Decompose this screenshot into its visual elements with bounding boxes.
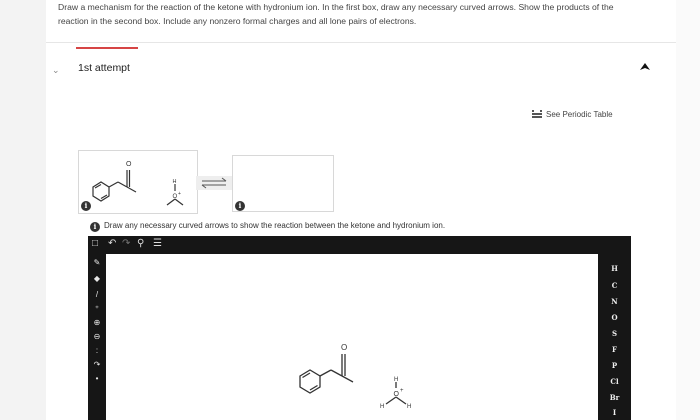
- template-icon[interactable]: ☰: [153, 238, 162, 249]
- element-c[interactable]: C: [598, 281, 631, 290]
- radical-icon[interactable]: •: [88, 374, 106, 383]
- equilibrium-arrows-icon: [196, 176, 232, 190]
- see-periodic-table-link[interactable]: See Periodic Table: [532, 110, 613, 119]
- ketone-oxygen-label: O: [126, 161, 132, 168]
- info-badge-icon[interactable]: i: [235, 201, 245, 211]
- hydronium-charge: +: [178, 191, 181, 197]
- element-o[interactable]: O: [598, 313, 631, 322]
- pencil-icon[interactable]: ✎: [88, 258, 106, 267]
- attempt-indicator-bar: [76, 47, 138, 49]
- canvas-hydronium-charge: +: [400, 388, 404, 394]
- periodic-table-label: See Periodic Table: [546, 110, 613, 119]
- left-margin: [0, 0, 46, 420]
- select-square-icon[interactable]: □: [92, 238, 98, 249]
- curved-arrow-icon[interactable]: ↷: [88, 360, 106, 369]
- hydronium-h-top: H: [173, 179, 177, 185]
- hint-info-icon: i: [90, 222, 100, 232]
- info-badge-icon[interactable]: i: [81, 201, 91, 211]
- hydronium-oxygen-label: O: [173, 194, 178, 200]
- canvas-hydronium-h-right: H: [407, 404, 411, 410]
- element-s[interactable]: S: [598, 329, 631, 338]
- products-box[interactable]: [232, 155, 334, 212]
- element-h[interactable]: H: [598, 264, 631, 273]
- bond-icon[interactable]: /: [88, 290, 106, 299]
- question-text: Draw a mechanism for the reaction of the…: [58, 0, 638, 28]
- element-f[interactable]: F: [598, 345, 631, 354]
- charge-icon[interactable]: ⁺: [88, 304, 106, 313]
- undo-icon[interactable]: ↶: [108, 238, 116, 249]
- hint-text: Draw any necessary curved arrows to show…: [104, 221, 446, 230]
- canvas-hydronium-h-top: H: [394, 377, 398, 383]
- periodic-table-icon: [532, 110, 542, 118]
- reactants-structure: O H O +: [92, 161, 184, 206]
- element-i[interactable]: I: [598, 408, 631, 417]
- attempt-label[interactable]: 1st attempt: [78, 62, 130, 74]
- positive-charge-icon[interactable]: ⊕: [88, 318, 106, 327]
- canvas-ketone-oxygen: O: [341, 343, 347, 352]
- reactants-box[interactable]: O H O + i: [78, 150, 198, 214]
- element-br[interactable]: Br: [598, 393, 631, 402]
- negative-charge-icon[interactable]: ⊖: [88, 332, 106, 341]
- question-line-2: reaction in the second box. Include any …: [58, 16, 417, 26]
- question-line-1: Draw a mechanism for the reaction of the…: [58, 2, 614, 12]
- lone-pair-icon[interactable]: :: [88, 346, 106, 355]
- up-arrow-icon[interactable]: [638, 60, 652, 74]
- zoom-icon[interactable]: ⚲: [137, 238, 144, 249]
- drawing-canvas[interactable]: O H O + H H: [106, 254, 598, 420]
- redo-icon[interactable]: ↷: [122, 238, 130, 249]
- canvas-hydronium-oxygen: O: [394, 391, 400, 398]
- canvas-structures: O H O + H H: [299, 343, 411, 410]
- canvas-hydronium-h-left: H: [380, 404, 384, 410]
- element-p[interactable]: P: [598, 361, 631, 370]
- editor-toolbar: □ ↶ ↷ ⚲ ☰: [88, 236, 631, 254]
- element-n[interactable]: N: [598, 297, 631, 306]
- drawing-tools-panel: ✎ ◆ / ⁺ ⊕ ⊖ : ↷ •: [88, 254, 106, 420]
- eraser-icon[interactable]: ◆: [88, 274, 106, 283]
- element-palette: H C N O S F P Cl Br I: [598, 236, 631, 420]
- divider: [46, 42, 676, 43]
- chevron-down-icon[interactable]: ⌄: [52, 65, 60, 76]
- element-cl[interactable]: Cl: [598, 377, 631, 386]
